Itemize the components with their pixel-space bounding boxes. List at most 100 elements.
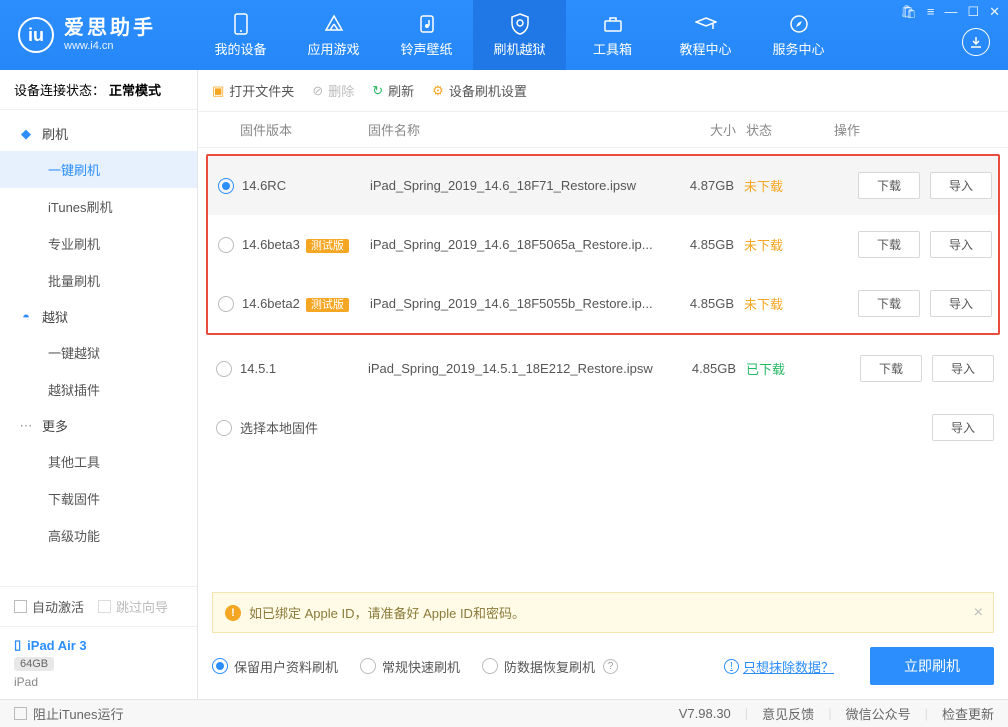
feedback-link[interactable]: 意见反馈 <box>762 704 814 723</box>
open-folder-button[interactable]: ▣打开文件夹 <box>212 81 294 100</box>
wechat-link[interactable]: 微信公众号 <box>846 704 911 723</box>
sidebar: 设备连接状态：正常模式 ◆刷机 一键刷机 iTunes刷机 专业刷机 批量刷机 … <box>0 70 198 699</box>
local-firmware-row[interactable]: 选择本地固件 导入 <box>206 398 1000 457</box>
help-icon[interactable]: ? <box>603 659 618 674</box>
nav-apps[interactable]: 应用游戏 <box>287 0 380 70</box>
import-button[interactable]: 导入 <box>930 231 992 258</box>
window-controls: 🛍 ≡ — ☐ ✕ <box>900 4 1000 20</box>
minimize-icon[interactable]: — <box>944 4 957 20</box>
firmware-row[interactable]: 14.5.1 iPad_Spring_2019_14.5.1_18E212_Re… <box>206 339 1000 398</box>
mode-normal[interactable]: 常规快速刷机 <box>360 657 460 676</box>
radio-select[interactable] <box>216 361 232 377</box>
sidebar-batch-flash[interactable]: 批量刷机 <box>0 262 197 299</box>
warning-close[interactable]: × <box>974 604 983 622</box>
auto-activate-checkbox[interactable]: 自动激活 <box>14 597 84 616</box>
downloads-button[interactable] <box>962 28 990 56</box>
beta-badge: 测试版 <box>306 298 349 312</box>
shield-icon <box>509 13 531 35</box>
radio-select[interactable] <box>218 178 234 194</box>
shop-icon[interactable]: 🛍 <box>900 4 917 20</box>
brand-name: 爱思助手 <box>64 16 156 40</box>
nav-flash[interactable]: 刷机越狱 <box>473 0 566 70</box>
download-button[interactable]: 下载 <box>858 231 920 258</box>
firmware-row[interactable]: 14.6beta2测试版 iPad_Spring_2019_14.6_18F50… <box>208 274 998 333</box>
import-button[interactable]: 导入 <box>932 355 994 382</box>
sidebar-pro-flash[interactable]: 专业刷机 <box>0 225 197 262</box>
device-model: iPad <box>14 675 183 689</box>
table-header: 固件版本 固件名称 大小 状态 操作 <box>198 112 1008 148</box>
sidebar-itunes-flash[interactable]: iTunes刷机 <box>0 188 197 225</box>
settings-button[interactable]: ⚙设备刷机设置 <box>432 81 527 100</box>
maximize-icon[interactable]: ☐ <box>967 4 979 20</box>
highlighted-firmware-group: 14.6RC iPad_Spring_2019_14.6_18F71_Resto… <box>206 154 1000 335</box>
warning-bar: ! 如已绑定 Apple ID，请准备好 Apple ID和密码。 × <box>212 592 994 633</box>
download-button[interactable]: 下载 <box>858 172 920 199</box>
gear-icon: ⚙ <box>432 83 444 99</box>
sidebar-download-fw[interactable]: 下载固件 <box>0 480 197 517</box>
delete-button[interactable]: ⊘删除 <box>312 81 354 100</box>
info-icon: ! <box>724 659 739 674</box>
apps-icon <box>323 13 345 35</box>
import-button[interactable]: 导入 <box>930 172 992 199</box>
update-link[interactable]: 检查更新 <box>942 704 994 723</box>
flash-now-button[interactable]: 立即刷机 <box>870 647 994 685</box>
radio-select[interactable] <box>218 296 234 312</box>
music-icon <box>416 13 438 35</box>
action-bar: 保留用户资料刷机 常规快速刷机 防数据恢复刷机? !只想抹除数据？ 立即刷机 <box>198 633 1008 699</box>
mode-antirecover[interactable]: 防数据恢复刷机? <box>482 657 618 676</box>
connection-status: 设备连接状态：正常模式 <box>0 70 197 110</box>
logo: iu 爱思助手 www.i4.cn <box>0 16 174 53</box>
erase-link[interactable]: !只想抹除数据？ <box>722 657 834 676</box>
more-icon: ⋯ <box>18 418 34 434</box>
sidebar-flash-header[interactable]: ◆刷机 <box>0 116 197 151</box>
toolbox-icon <box>602 13 624 35</box>
sidebar-jail-plugins[interactable]: 越狱插件 <box>0 371 197 408</box>
col-status: 状态 <box>746 120 834 139</box>
import-button[interactable]: 导入 <box>932 414 994 441</box>
compass-icon <box>788 13 810 35</box>
skip-wizard-checkbox[interactable]: 跳过向导 <box>98 597 168 616</box>
device-card[interactable]: ▯iPad Air 3 64GB iPad <box>0 626 197 699</box>
nav-ringtone[interactable]: 铃声壁纸 <box>380 0 473 70</box>
col-version: 固件版本 <box>240 120 368 139</box>
main-panel: ▣打开文件夹 ⊘删除 ↻刷新 ⚙设备刷机设置 固件版本 固件名称 大小 状态 操… <box>198 70 1008 699</box>
menu-icon[interactable]: ≡ <box>927 4 935 20</box>
device-icon: ▯ <box>14 637 21 653</box>
logo-icon: iu <box>18 17 54 53</box>
nav-tabs: 我的设备 应用游戏 铃声壁纸 刷机越狱 工具箱 教程中心 服务中心 <box>194 0 845 70</box>
device-storage: 64GB <box>14 657 54 671</box>
sidebar-advanced[interactable]: 高级功能 <box>0 517 197 554</box>
brand-site: www.i4.cn <box>64 40 156 53</box>
mode-preserve[interactable]: 保留用户资料刷机 <box>212 657 338 676</box>
nav-mydevice[interactable]: 我的设备 <box>194 0 287 70</box>
download-button[interactable]: 下载 <box>858 290 920 317</box>
phone-icon <box>230 13 252 35</box>
close-icon[interactable]: ✕ <box>989 4 1000 20</box>
col-name: 固件名称 <box>368 120 668 139</box>
import-button[interactable]: 导入 <box>930 290 992 317</box>
warning-icon: ! <box>225 605 241 621</box>
shield-small-icon: ◓ <box>18 309 34 325</box>
firmware-row[interactable]: 14.6RC iPad_Spring_2019_14.6_18F71_Resto… <box>208 156 998 215</box>
radio-select[interactable] <box>218 237 234 253</box>
sidebar-oneclick-jail[interactable]: 一键越狱 <box>0 334 197 371</box>
footer: 阻止iTunes运行 V7.98.30| 意见反馈| 微信公众号| 检查更新 <box>0 699 1008 727</box>
radio-select[interactable] <box>216 420 232 436</box>
sidebar-other-tools[interactable]: 其他工具 <box>0 443 197 480</box>
firmware-row[interactable]: 14.6beta3测试版 iPad_Spring_2019_14.6_18F50… <box>208 215 998 274</box>
sidebar-oneclick-flash[interactable]: 一键刷机 <box>0 151 197 188</box>
delete-icon: ⊘ <box>312 83 323 99</box>
sidebar-more-header[interactable]: ⋯更多 <box>0 408 197 443</box>
nav-toolbox[interactable]: 工具箱 <box>566 0 659 70</box>
hat-icon <box>695 13 717 35</box>
header: iu 爱思助手 www.i4.cn 我的设备 应用游戏 铃声壁纸 刷机越狱 工具… <box>0 0 1008 70</box>
nav-service[interactable]: 服务中心 <box>752 0 845 70</box>
download-button[interactable]: 下载 <box>860 355 922 382</box>
col-ops: 操作 <box>834 120 994 139</box>
refresh-button[interactable]: ↻刷新 <box>372 81 414 100</box>
sidebar-jailbreak-header[interactable]: ◓越狱 <box>0 299 197 334</box>
block-itunes-checkbox[interactable]: 阻止iTunes运行 <box>14 704 124 723</box>
nav-tutorial[interactable]: 教程中心 <box>659 0 752 70</box>
refresh-icon: ↻ <box>372 83 383 99</box>
flash-icon: ◆ <box>18 126 34 142</box>
